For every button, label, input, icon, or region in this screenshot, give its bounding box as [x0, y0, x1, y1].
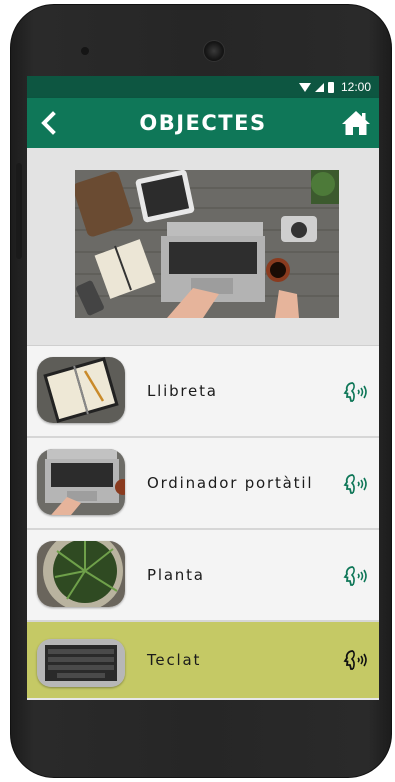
side-button [16, 163, 22, 259]
laptop-thumbnail [37, 449, 125, 515]
status-bar: 12:00 [27, 76, 379, 98]
home-icon [342, 111, 370, 135]
signal-icon [314, 82, 324, 92]
speaking-head-icon[interactable] [343, 472, 369, 496]
list-item-teclat[interactable]: Teclat [27, 622, 379, 698]
plant-thumbnail [37, 541, 125, 607]
list-item-ordinador-portatil[interactable]: Ordinador portàtil [27, 438, 379, 530]
sensor-dot [81, 47, 89, 55]
item-label: Ordinador portàtil [147, 474, 314, 492]
keyboard-thumbnail [37, 639, 125, 687]
item-label: Planta [147, 566, 205, 584]
hero-banner [27, 148, 379, 346]
speaking-head-icon[interactable] [343, 648, 369, 672]
list-item-llibreta[interactable]: Llibreta [27, 346, 379, 438]
notebook-thumbnail [37, 357, 125, 423]
back-arrow-icon [41, 111, 56, 135]
speaking-head-icon[interactable] [343, 380, 369, 404]
item-label: Teclat [147, 651, 202, 669]
speaking-head-icon[interactable] [343, 564, 369, 588]
app-screen: 12:00 OBJECTES Llibreta Ordinador portàt… [27, 76, 379, 700]
list-item-planta[interactable]: Planta [27, 530, 379, 622]
home-button[interactable] [341, 109, 371, 137]
front-camera [204, 41, 224, 61]
battery-icon [327, 81, 334, 93]
page-title: OBJECTES [139, 111, 267, 135]
wifi-icon [298, 82, 311, 92]
back-button[interactable] [37, 110, 61, 136]
item-label: Llibreta [147, 382, 218, 400]
status-time: 12:00 [340, 80, 371, 94]
app-bar: OBJECTES [27, 98, 379, 148]
desk-photo [75, 170, 339, 318]
